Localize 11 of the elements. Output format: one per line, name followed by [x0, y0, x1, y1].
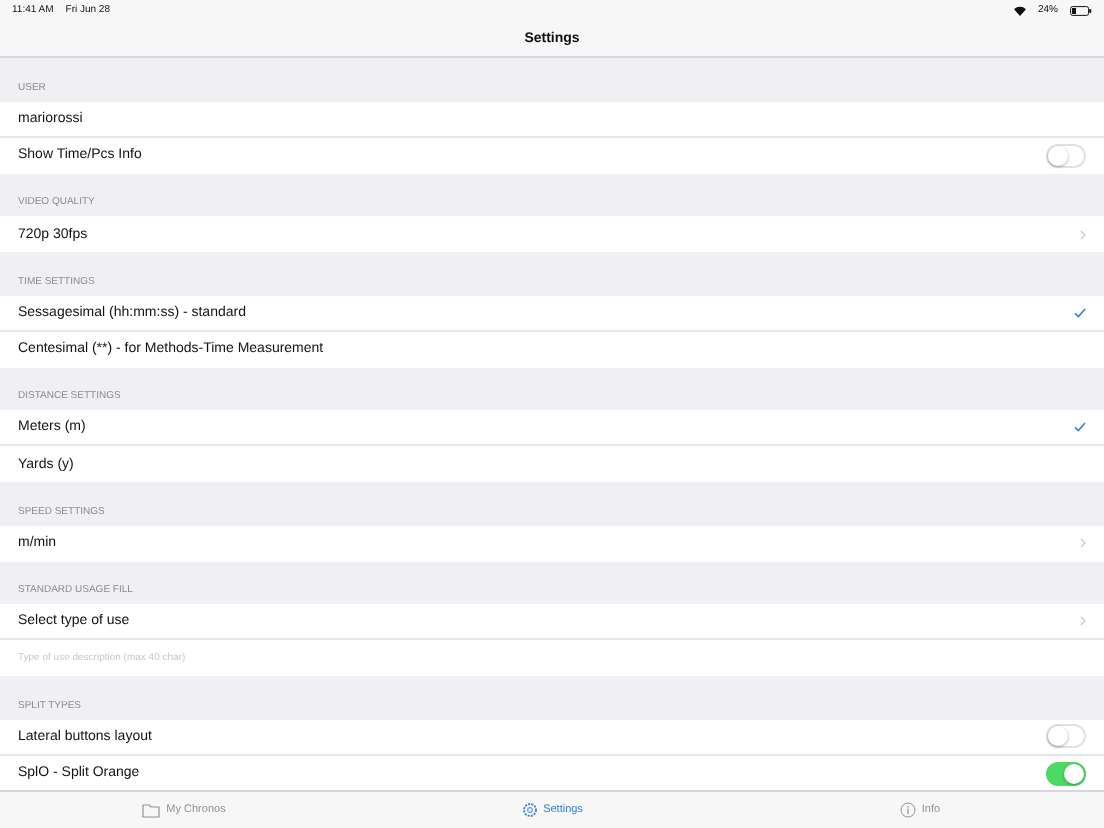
info-icon — [899, 802, 916, 818]
toggle-switch[interactable] — [1046, 143, 1086, 167]
folder-icon — [142, 803, 161, 817]
chevron-icon — [1080, 538, 1086, 548]
battery-icon — [1070, 5, 1092, 15]
wifi-icon — [1013, 5, 1026, 15]
settings-icon — [521, 802, 538, 818]
chevron-icon — [1080, 229, 1086, 239]
toggle-switch[interactable] — [1046, 761, 1086, 785]
chevron-icon — [1080, 616, 1086, 626]
toggle-switch[interactable] — [1046, 724, 1086, 748]
